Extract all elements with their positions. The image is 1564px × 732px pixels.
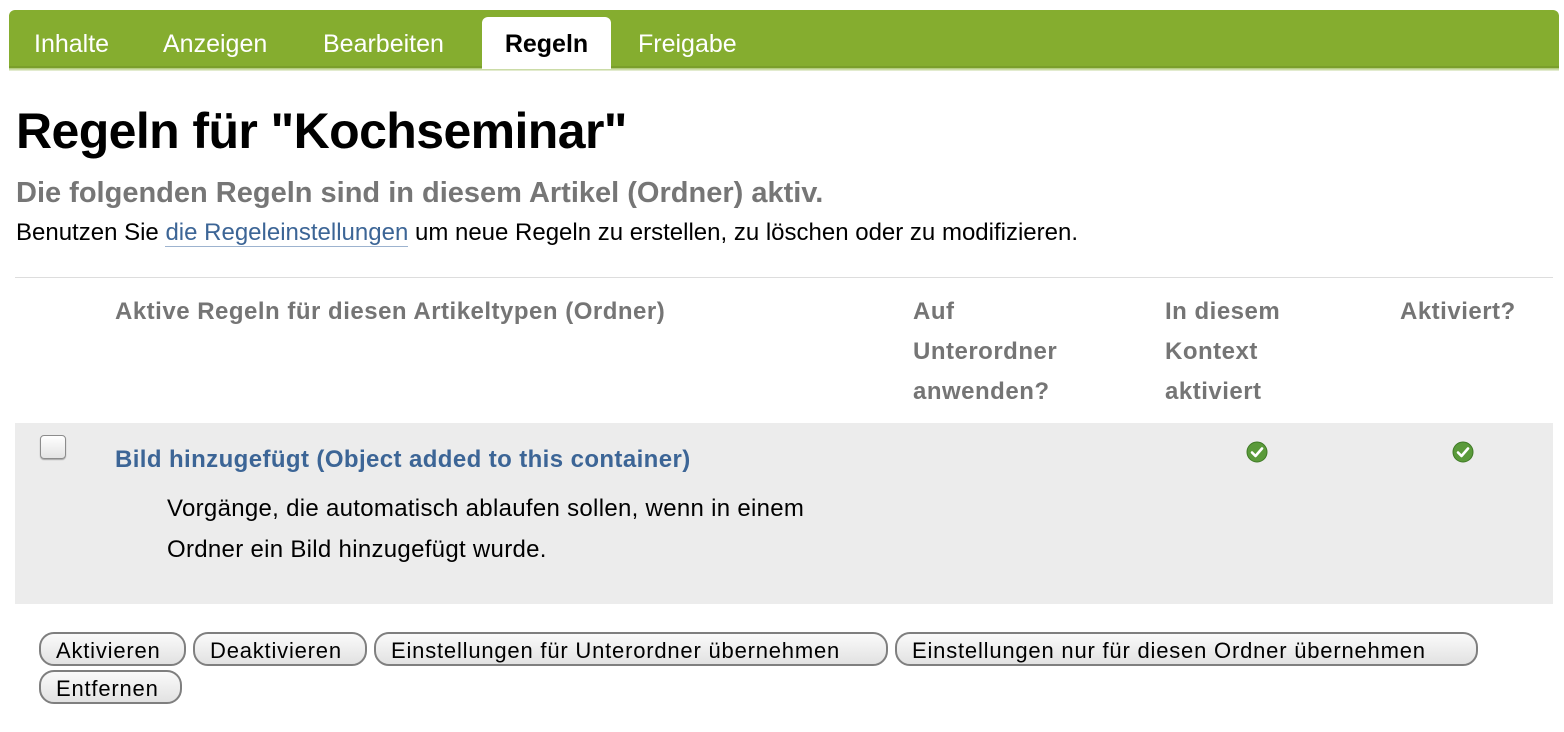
header-subfolders-line-3: anwenden? <box>913 378 1050 405</box>
divider <box>15 277 1553 278</box>
tab-inhalte[interactable]: Inhalte <box>34 17 109 69</box>
help-text-suffix: um neue Regeln zu erstellen, zu löschen … <box>408 219 1078 246</box>
page-title: Regeln für "Kochseminar" <box>16 103 628 159</box>
header-subfolders-line-2: Unterordner <box>913 338 1058 365</box>
rule-settings-link[interactable]: die Regeleinstellungen <box>165 219 409 247</box>
tab-bearbeiten[interactable]: Bearbeiten <box>323 17 444 69</box>
tab-regeln[interactable]: Regeln <box>482 17 611 69</box>
header-subfolders: Auf Unterordner anwenden? <box>913 292 1057 412</box>
header-enabled: Aktiviert? <box>1400 298 1516 325</box>
rule-title-link[interactable]: Bild hinzugefügt (Object added to this c… <box>115 446 691 474</box>
help-text-prefix: Benutzen Sie <box>16 219 166 246</box>
enabled-check-icon <box>1452 441 1474 463</box>
remove-button[interactable]: Entfernen <box>39 670 182 704</box>
apply-subfolders-button[interactable]: Einstellungen für Unterordner übernehmen <box>374 632 888 666</box>
header-context-line-1: In diesem <box>1165 298 1281 325</box>
rule-checkbox[interactable] <box>40 435 66 459</box>
header-context-line-3: aktiviert <box>1165 378 1262 405</box>
context-enabled-check-icon <box>1246 441 1268 463</box>
tab-freigabe[interactable]: Freigabe <box>638 17 737 69</box>
tab-anzeigen[interactable]: Anzeigen <box>163 17 267 69</box>
activate-button[interactable]: Aktivieren <box>39 632 186 666</box>
header-context-line-2: Kontext <box>1165 338 1258 365</box>
page-subtitle: Die folgenden Regeln sind in diesem Arti… <box>16 177 824 209</box>
header-context: In diesem Kontext aktiviert <box>1165 292 1280 412</box>
help-text: Benutzen Sie die Regeleinstellungen um n… <box>16 219 1078 247</box>
header-subfolders-line-1: Auf <box>913 298 955 325</box>
deactivate-button[interactable]: Deaktivieren <box>193 632 367 666</box>
rule-description: Vorgänge, die automatisch ablaufen solle… <box>167 495 805 563</box>
apply-folder-only-button[interactable]: Einstellungen nur für diesen Ordner über… <box>895 632 1478 666</box>
header-rule: Aktive Regeln für diesen Artikeltypen (O… <box>115 298 666 325</box>
